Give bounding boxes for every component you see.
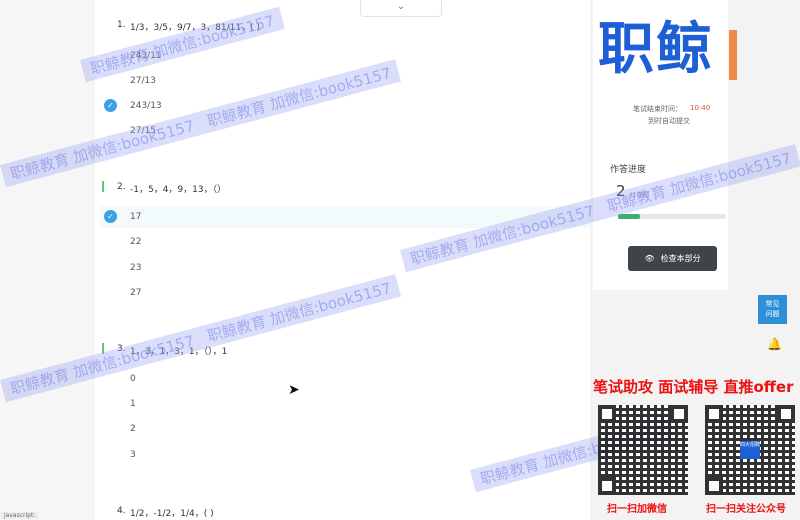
- option[interactable]: 0: [130, 374, 136, 384]
- option[interactable]: 3: [130, 450, 136, 460]
- qr-badge: 四大招聘: [740, 441, 760, 459]
- option[interactable]: 1: [130, 399, 136, 409]
- option[interactable]: 2: [130, 424, 136, 434]
- option[interactable]: 22: [130, 237, 141, 247]
- bell-icon[interactable]: 🔔: [767, 337, 782, 351]
- timer-value: 10:40: [690, 104, 711, 112]
- left-gutter: [0, 0, 95, 520]
- timer-label: 笔试结束时间：: [633, 105, 682, 113]
- qr-code-wechat: [598, 405, 688, 495]
- eye-icon: 👁: [644, 254, 655, 263]
- mouse-cursor-icon: ➤: [288, 382, 300, 398]
- question-number: 1.: [117, 20, 126, 30]
- check-circle-icon: ✓: [104, 99, 117, 112]
- option[interactable]: 23: [130, 263, 141, 273]
- option-selected[interactable]: 243/13: [130, 101, 162, 111]
- question-stem: -1，5，4，9，13，（）: [130, 185, 227, 195]
- progress-fill: [618, 214, 640, 219]
- option[interactable]: 27/13: [130, 76, 156, 86]
- question-stem: 1/2，-1/2，1/4，( ): [130, 509, 214, 519]
- chevron-down-icon: ⌄: [396, 1, 406, 12]
- accent-bar: [729, 30, 737, 80]
- progress-bar: [618, 214, 726, 219]
- faq-label-line1: 常见: [765, 300, 780, 308]
- check-section-button[interactable]: 👁 检查本部分: [628, 246, 717, 271]
- qr-caption-wechat: 扫一扫加微信: [607, 504, 667, 515]
- status-bar: javascript:: [0, 512, 40, 519]
- brand-logo: 职鲸: [598, 17, 714, 82]
- option[interactable]: 27: [130, 288, 141, 298]
- progress-title: 作答进度: [610, 165, 647, 175]
- check-section-label: 检查本部分: [660, 254, 701, 263]
- option-selected[interactable]: 17: [130, 212, 141, 222]
- faq-button[interactable]: 常见 问题: [758, 295, 787, 324]
- faq-label-line2: 问题: [765, 310, 780, 318]
- timer-note: 到时自动提交: [648, 117, 690, 125]
- qr-caption-official-account: 扫一扫关注公众号: [706, 504, 786, 515]
- collapse-button[interactable]: ⌄: [360, 0, 442, 17]
- answered-marker: [102, 181, 104, 192]
- question-number: 2.: [117, 182, 126, 192]
- promo-headline: 笔试助攻 面试辅导 直推offer: [593, 378, 794, 396]
- question-number: 4.: [117, 506, 126, 516]
- check-circle-icon: ✓: [104, 210, 117, 223]
